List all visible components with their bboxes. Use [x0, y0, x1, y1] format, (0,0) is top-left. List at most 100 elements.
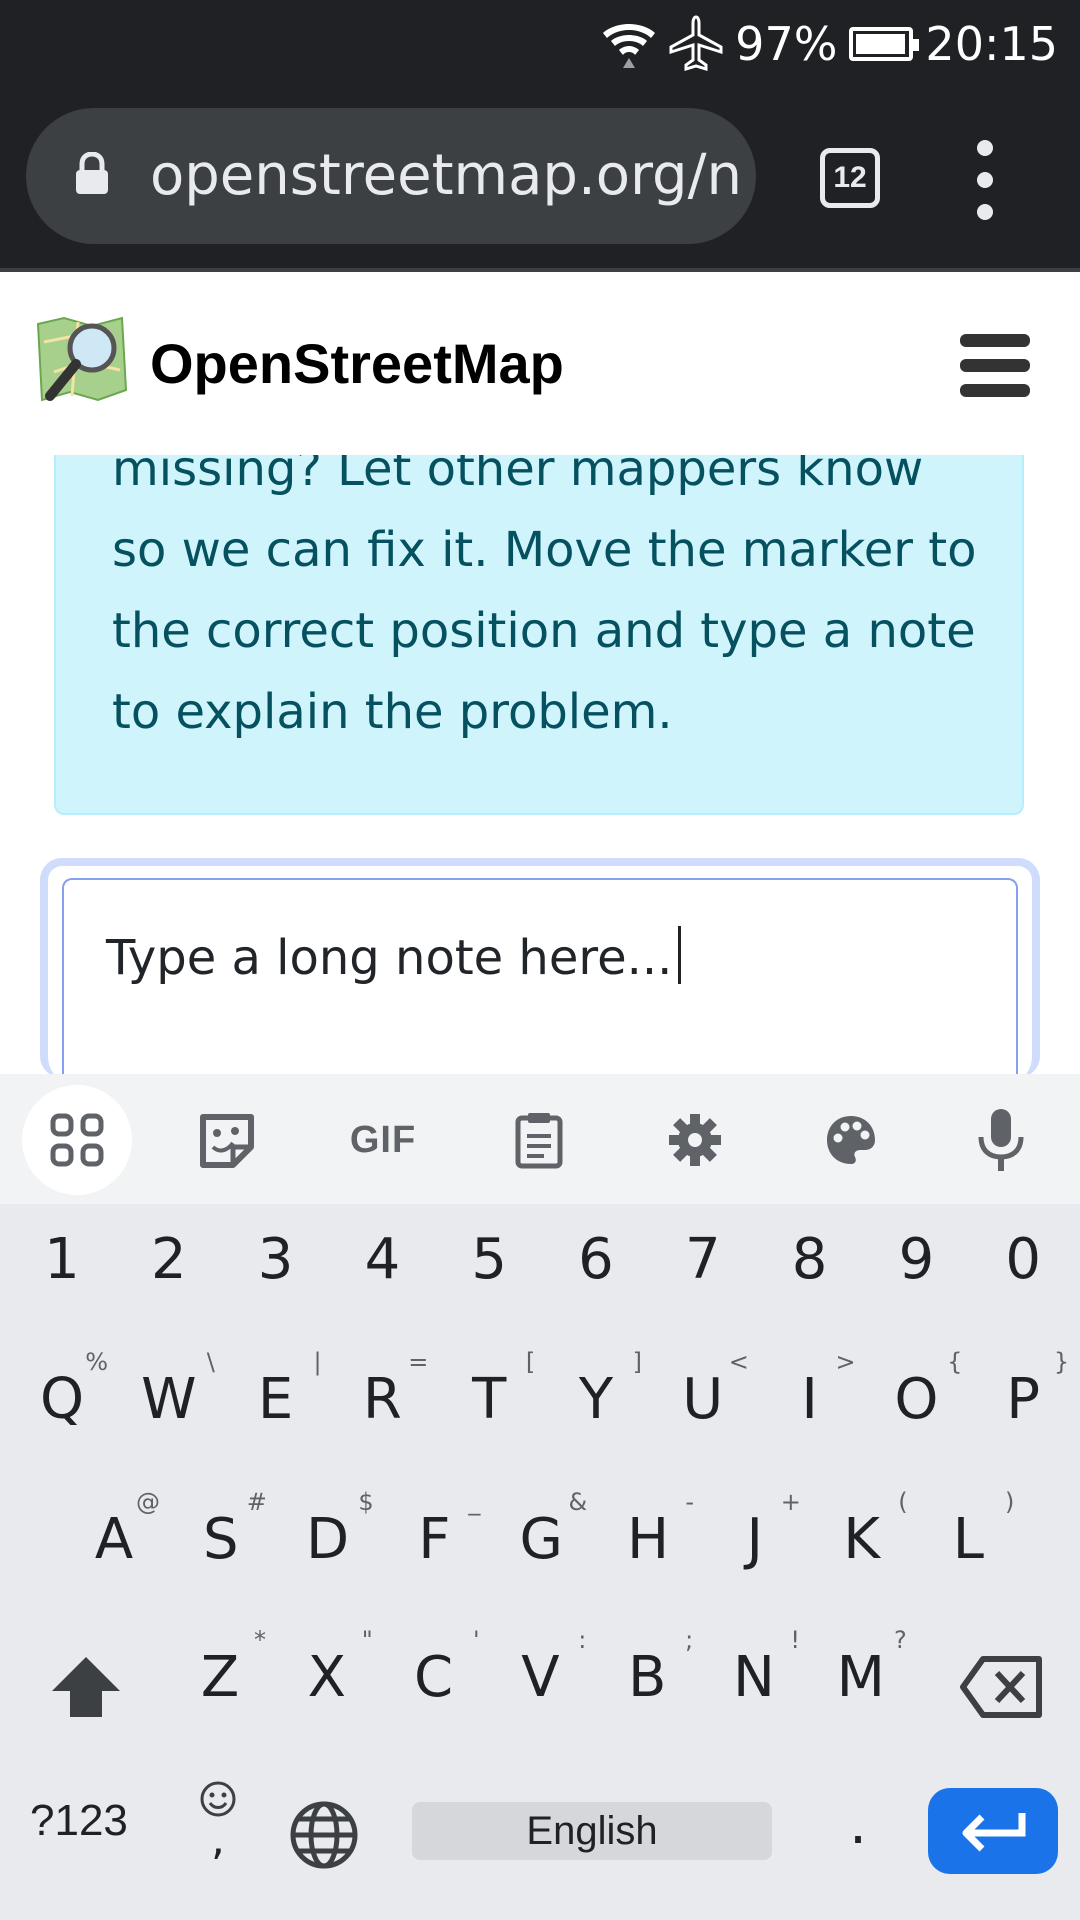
- key-hint: }: [1053, 1348, 1070, 1376]
- microphone-icon[interactable]: [946, 1085, 1056, 1195]
- key-u[interactable]: U <: [653, 1344, 753, 1454]
- palette-icon[interactable]: [796, 1085, 906, 1195]
- key-w[interactable]: W \: [119, 1344, 219, 1454]
- key-label: H: [626, 1506, 670, 1572]
- airplane-mode-icon: [669, 15, 723, 73]
- emoji-comma-key[interactable]: ,: [168, 1774, 268, 1874]
- key-d[interactable]: D $: [278, 1484, 378, 1594]
- note-text: Type a long note here...: [106, 930, 673, 986]
- key-q[interactable]: Q%: [12, 1344, 112, 1454]
- key-hint: _: [468, 1488, 481, 1516]
- address-bar[interactable]: openstreetmap.org/n: [26, 108, 756, 244]
- key-hint: &: [568, 1488, 588, 1516]
- key-label: 5: [471, 1226, 507, 1292]
- sticker-icon[interactable]: [172, 1085, 282, 1195]
- shift-key[interactable]: [36, 1632, 136, 1742]
- lock-icon: [76, 152, 108, 194]
- comma-label: ,: [211, 1814, 225, 1865]
- key-l[interactable]: L): [918, 1484, 1018, 1594]
- key-c[interactable]: C ': [384, 1622, 484, 1732]
- key-9[interactable]: 9: [866, 1204, 966, 1314]
- key-y[interactable]: Y]: [546, 1344, 646, 1454]
- key-label: R: [362, 1366, 402, 1432]
- key-hint: [: [525, 1348, 536, 1376]
- key-1[interactable]: 1: [12, 1204, 112, 1314]
- space-bar[interactable]: English: [412, 1802, 772, 1860]
- key-hint: ;: [685, 1626, 694, 1654]
- key-3[interactable]: 3: [226, 1204, 326, 1314]
- battery-icon: [849, 27, 920, 61]
- key-hint: -: [685, 1488, 694, 1516]
- wifi-icon: [601, 18, 657, 70]
- key-label: Y: [578, 1366, 614, 1432]
- key-f[interactable]: F _: [384, 1484, 484, 1594]
- site-header: OpenStreetMap: [0, 272, 1080, 455]
- key-label: 9: [898, 1226, 935, 1292]
- key-o[interactable]: O{: [866, 1344, 966, 1454]
- apps-grid-icon[interactable]: [22, 1085, 132, 1195]
- key-hint: \: [206, 1348, 215, 1376]
- key-4[interactable]: 4: [332, 1204, 432, 1314]
- language-globe-icon[interactable]: [274, 1780, 374, 1890]
- key-z[interactable]: Z *: [170, 1622, 270, 1732]
- key-k[interactable]: K(: [812, 1484, 912, 1594]
- note-textarea[interactable]: Type a long note here...: [62, 878, 1018, 1078]
- hamburger-menu-icon[interactable]: [960, 334, 1030, 398]
- key-b[interactable]: B;: [597, 1622, 697, 1732]
- key-label: 2: [150, 1226, 187, 1292]
- key-label: D: [306, 1506, 350, 1572]
- key-label: 1: [44, 1226, 80, 1292]
- key-hint: <: [728, 1348, 749, 1376]
- tab-switcher-button[interactable]: 12: [820, 148, 880, 208]
- key-6[interactable]: 6: [546, 1204, 646, 1314]
- key-p[interactable]: P}: [973, 1344, 1073, 1454]
- clock: 20:15: [925, 17, 1058, 71]
- key-2[interactable]: 2: [119, 1204, 219, 1314]
- key-r[interactable]: R =: [332, 1344, 432, 1454]
- info-text: missing? Let other mappers know so we ca…: [112, 455, 977, 740]
- key-7[interactable]: 7: [653, 1204, 753, 1314]
- key-hint: |: [313, 1348, 322, 1376]
- gif-button[interactable]: GIF: [328, 1085, 438, 1195]
- key-h[interactable]: H-: [598, 1484, 698, 1594]
- status-bar: 97% 20:15: [0, 0, 1080, 88]
- key-j[interactable]: J +: [705, 1484, 805, 1594]
- key-8[interactable]: 8: [760, 1204, 860, 1314]
- overflow-menu-icon[interactable]: [972, 140, 998, 220]
- key-label: O: [894, 1366, 939, 1432]
- key-5[interactable]: 5: [439, 1204, 539, 1314]
- clipboard-icon[interactable]: [484, 1085, 594, 1195]
- settings-gear-icon[interactable]: [640, 1085, 750, 1195]
- backspace-key[interactable]: [942, 1632, 1062, 1742]
- key-label: P: [1006, 1366, 1041, 1432]
- openstreetmap-logo-icon[interactable]: [34, 312, 130, 408]
- period-label: .: [849, 1791, 867, 1857]
- key-g[interactable]: G &: [491, 1484, 591, 1594]
- key-n[interactable]: N!: [704, 1622, 804, 1732]
- key-label: Q: [39, 1366, 85, 1432]
- key-label: J: [746, 1506, 764, 1572]
- key-hint: $: [358, 1488, 374, 1516]
- key-t[interactable]: T[: [439, 1344, 539, 1454]
- key-label: K: [843, 1506, 880, 1572]
- key-x[interactable]: X ": [277, 1622, 377, 1732]
- key-m[interactable]: M?: [811, 1622, 911, 1732]
- key-label: C: [414, 1644, 454, 1710]
- key-label: E: [257, 1366, 294, 1432]
- key-label: 4: [364, 1226, 401, 1292]
- site-title[interactable]: OpenStreetMap: [150, 272, 564, 455]
- key-0[interactable]: 0: [973, 1204, 1073, 1314]
- key-label: G: [519, 1506, 563, 1572]
- enter-key[interactable]: [928, 1788, 1058, 1874]
- enter-arrow-icon: [962, 1813, 1026, 1852]
- key-v[interactable]: V:: [490, 1622, 590, 1732]
- key-s[interactable]: S #: [171, 1484, 271, 1594]
- key-i[interactable]: I >: [760, 1344, 860, 1454]
- key-a[interactable]: A @: [64, 1484, 164, 1594]
- key-e[interactable]: E |: [226, 1344, 326, 1454]
- key-label: Z: [200, 1644, 240, 1710]
- browser-toolbar: openstreetmap.org/n 12: [0, 88, 1080, 270]
- symbols-key[interactable]: ?123: [30, 1796, 128, 1846]
- key-hint: !: [790, 1626, 800, 1654]
- period-key[interactable]: .: [808, 1774, 908, 1874]
